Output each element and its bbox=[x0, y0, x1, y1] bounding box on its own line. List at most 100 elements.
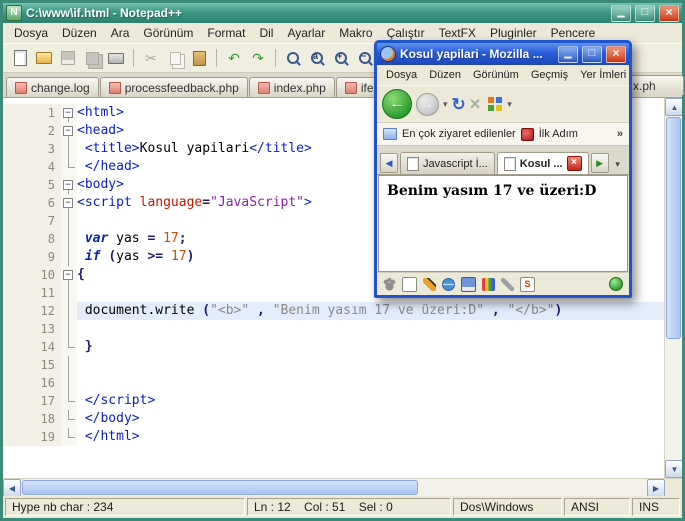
notepad-titlebar[interactable]: C:\www\if.html - Notepad++ bbox=[3, 3, 682, 23]
ff-menu-g-r-n-m[interactable]: Görünüm bbox=[467, 67, 525, 83]
fold-collapse-icon[interactable] bbox=[61, 122, 77, 140]
ff-menu-yer-i-mleri[interactable]: Yer İmleri bbox=[574, 67, 632, 83]
globe-icon[interactable] bbox=[442, 277, 455, 291]
tab-scroll-right-button[interactable]: ▶ bbox=[590, 153, 609, 173]
fold-collapse-icon[interactable] bbox=[61, 176, 77, 194]
line-number: 3 bbox=[3, 140, 61, 158]
status-insert-mode[interactable]: INS bbox=[632, 498, 680, 516]
editor-line-18[interactable]: 18 </body> bbox=[3, 410, 665, 428]
paw-icon[interactable] bbox=[383, 277, 396, 291]
tab-javascript[interactable]: Javascript İ... bbox=[400, 152, 495, 174]
npp-tab-processfeedback-php[interactable]: processfeedback.php bbox=[99, 77, 248, 97]
pencil-icon[interactable] bbox=[423, 277, 436, 291]
npp-menu-dosya[interactable]: Dosya bbox=[7, 24, 55, 42]
npp-tab-label: change.log bbox=[31, 80, 90, 95]
npp-tab-label: index.php bbox=[273, 80, 326, 95]
fold-guide bbox=[61, 230, 77, 248]
npp-menu-makro[interactable]: Makro bbox=[332, 24, 379, 42]
editor-line-14[interactable]: 14 } bbox=[3, 338, 665, 356]
wrench-icon[interactable] bbox=[501, 277, 514, 291]
save-icon bbox=[57, 47, 79, 69]
disk-icon[interactable] bbox=[461, 276, 476, 292]
line-number: 16 bbox=[3, 374, 61, 392]
npp-menu-ayarlar[interactable]: Ayarlar bbox=[280, 24, 332, 42]
npp-tab-change-log[interactable]: change.log bbox=[6, 77, 99, 97]
refresh-button[interactable] bbox=[452, 96, 466, 113]
fold-collapse-icon[interactable] bbox=[61, 194, 77, 212]
tab-scroll-left-button[interactable]: ◀ bbox=[380, 153, 398, 173]
tab-list-dropdown-icon[interactable]: ▾ bbox=[611, 155, 625, 173]
fold-guide bbox=[61, 374, 77, 392]
horizontal-scroll-thumb[interactable] bbox=[22, 480, 418, 495]
npp-menu-d-zen[interactable]: Düzen bbox=[55, 24, 104, 42]
tab-kosul[interactable]: Kosul ... bbox=[496, 152, 589, 174]
scroll-down-icon[interactable] bbox=[665, 460, 682, 478]
status-eol-format[interactable]: Dos\Windows bbox=[453, 498, 562, 516]
paste-icon[interactable] bbox=[188, 47, 210, 69]
scroll-track-h[interactable] bbox=[419, 479, 647, 496]
tab-close-button[interactable] bbox=[566, 156, 582, 171]
ff-menu-dosya[interactable]: Dosya bbox=[380, 67, 423, 83]
npp-tab-partial[interactable]: x.ph bbox=[624, 75, 684, 95]
editor-line-12[interactable]: 12 document.write ("<b>" , "Benim yasım … bbox=[3, 302, 665, 320]
scroll-track[interactable] bbox=[665, 340, 682, 460]
script-icon[interactable] bbox=[520, 276, 535, 292]
ff-menu-ge-mi[interactable]: Geçmiş bbox=[525, 67, 574, 83]
npp-tab-index-php[interactable]: index.php bbox=[248, 77, 335, 97]
print-icon[interactable] bbox=[105, 47, 127, 69]
editor-horizontal-scrollbar[interactable] bbox=[3, 478, 682, 498]
editor-vertical-scrollbar[interactable] bbox=[664, 98, 682, 478]
find-icon[interactable] bbox=[282, 47, 304, 69]
apps-grid-icon[interactable] bbox=[488, 96, 504, 112]
line-number: 12 bbox=[3, 302, 61, 320]
replace-icon[interactable] bbox=[306, 47, 328, 69]
open-folder-icon[interactable] bbox=[33, 47, 55, 69]
npp-menu-dil[interactable]: Dil bbox=[252, 24, 280, 42]
page-text: Benim yasım 17 ve üzeri:D bbox=[387, 183, 597, 199]
fold-guide bbox=[61, 158, 77, 176]
firefox-titlebar[interactable]: Kosul yapilari - Mozilla ... bbox=[377, 43, 629, 65]
npp-menu-g-r-n-m[interactable]: Görünüm bbox=[136, 24, 200, 42]
fold-guide bbox=[61, 248, 77, 266]
navbar-dropdown-icon[interactable] bbox=[507, 99, 512, 110]
bookmark-ilk-adim[interactable]: İlk Adım bbox=[539, 128, 578, 140]
editor-line-19[interactable]: 19 </html> bbox=[3, 428, 665, 446]
toolbar-separator bbox=[216, 49, 217, 67]
new-file-icon[interactable] bbox=[9, 47, 31, 69]
undo-icon[interactable]: ↶ bbox=[223, 47, 245, 69]
scroll-up-icon[interactable] bbox=[665, 98, 682, 116]
firefox-minimize-button[interactable] bbox=[558, 45, 578, 63]
firefox-close-button[interactable] bbox=[606, 45, 626, 63]
maximize-button[interactable] bbox=[635, 4, 655, 22]
editor-line-13[interactable]: 13 bbox=[3, 320, 665, 338]
redo-icon[interactable]: ↷ bbox=[247, 47, 269, 69]
minimize-button[interactable] bbox=[611, 4, 631, 22]
bookmark-most-visited[interactable]: En çok ziyaret edilenler bbox=[402, 128, 516, 140]
back-button[interactable] bbox=[382, 89, 412, 119]
forward-dropdown-icon[interactable] bbox=[443, 99, 448, 110]
fold-guide bbox=[61, 284, 77, 302]
npp-menu-format[interactable]: Format bbox=[200, 24, 252, 42]
forward-button[interactable] bbox=[416, 92, 439, 116]
palette-icon[interactable] bbox=[482, 277, 495, 291]
zoom-in-icon[interactable] bbox=[330, 47, 352, 69]
close-button[interactable] bbox=[659, 4, 679, 22]
document-icon[interactable] bbox=[402, 276, 417, 292]
npp-menu-ara[interactable]: Ara bbox=[104, 24, 137, 42]
fold-collapse-icon[interactable] bbox=[61, 104, 77, 122]
bookmarks-overflow-chevron[interactable]: » bbox=[617, 128, 623, 140]
ff-addonbar-icons bbox=[383, 276, 535, 292]
line-number: 1 bbox=[3, 104, 61, 122]
status-encoding[interactable]: ANSI bbox=[564, 498, 630, 516]
editor-line-17[interactable]: 17 </script> bbox=[3, 392, 665, 410]
ff-menu-d-zen[interactable]: Düzen bbox=[423, 67, 467, 83]
fold-guide bbox=[61, 338, 77, 356]
fold-guide bbox=[61, 356, 77, 374]
firefox-maximize-button[interactable] bbox=[582, 45, 602, 63]
fold-collapse-icon[interactable] bbox=[61, 266, 77, 284]
vertical-scroll-thumb[interactable] bbox=[666, 117, 681, 340]
zoom-out-icon[interactable] bbox=[354, 47, 376, 69]
editor-line-15[interactable]: 15 bbox=[3, 356, 665, 374]
editor-line-16[interactable]: 16 bbox=[3, 374, 665, 392]
